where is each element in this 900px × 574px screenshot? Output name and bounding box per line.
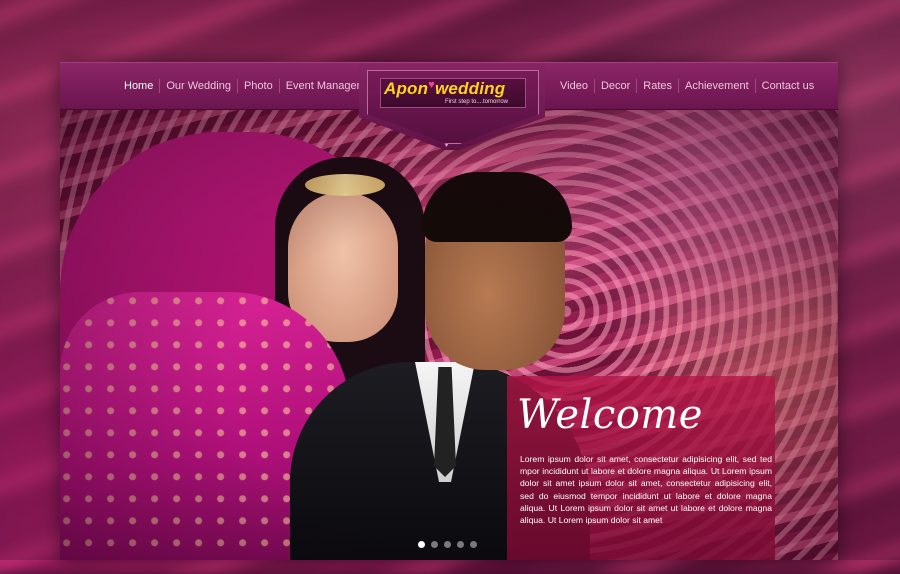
slider-dot-4[interactable]: [457, 541, 464, 548]
nav-photo[interactable]: Photo: [236, 79, 279, 93]
nav-achievement[interactable]: Achievement: [678, 79, 755, 93]
slider-dot-5[interactable]: [470, 541, 477, 548]
logo-word-wedding: wedding: [434, 79, 506, 98]
nav-right-group: Video Decor Rates Achievement Contact us: [554, 79, 820, 93]
site-logo[interactable]: Apon♥wedding: [384, 79, 505, 99]
welcome-heading: Welcome: [517, 392, 703, 438]
logo-word-apon: Apon: [384, 79, 429, 98]
slider-dot-1[interactable]: [418, 541, 425, 548]
welcome-text: Lorem ipsum dolor sit amet, consectetur …: [520, 454, 772, 526]
nav-our-wedding[interactable]: Our Wedding: [159, 79, 237, 93]
nav-rates[interactable]: Rates: [636, 79, 678, 93]
chevron-down-icon: ▾: [445, 143, 449, 149]
nav-home[interactable]: Home: [118, 79, 159, 93]
heart-icon: ♥: [428, 79, 435, 91]
slider-dot-2[interactable]: [431, 541, 438, 548]
logo-tagline: First step to....tomorrow: [445, 99, 509, 105]
nav-video[interactable]: Video: [554, 79, 594, 93]
slider-dot-3[interactable]: [444, 541, 451, 548]
nav-decor[interactable]: Decor: [593, 79, 636, 93]
nav-contact-us[interactable]: Contact us: [754, 79, 821, 93]
website-frame: Home Our Wedding Photo Event Management …: [60, 62, 838, 560]
nav-left-group: Home Our Wedding Photo Event Management: [118, 79, 387, 93]
slider-dots: [418, 541, 477, 548]
